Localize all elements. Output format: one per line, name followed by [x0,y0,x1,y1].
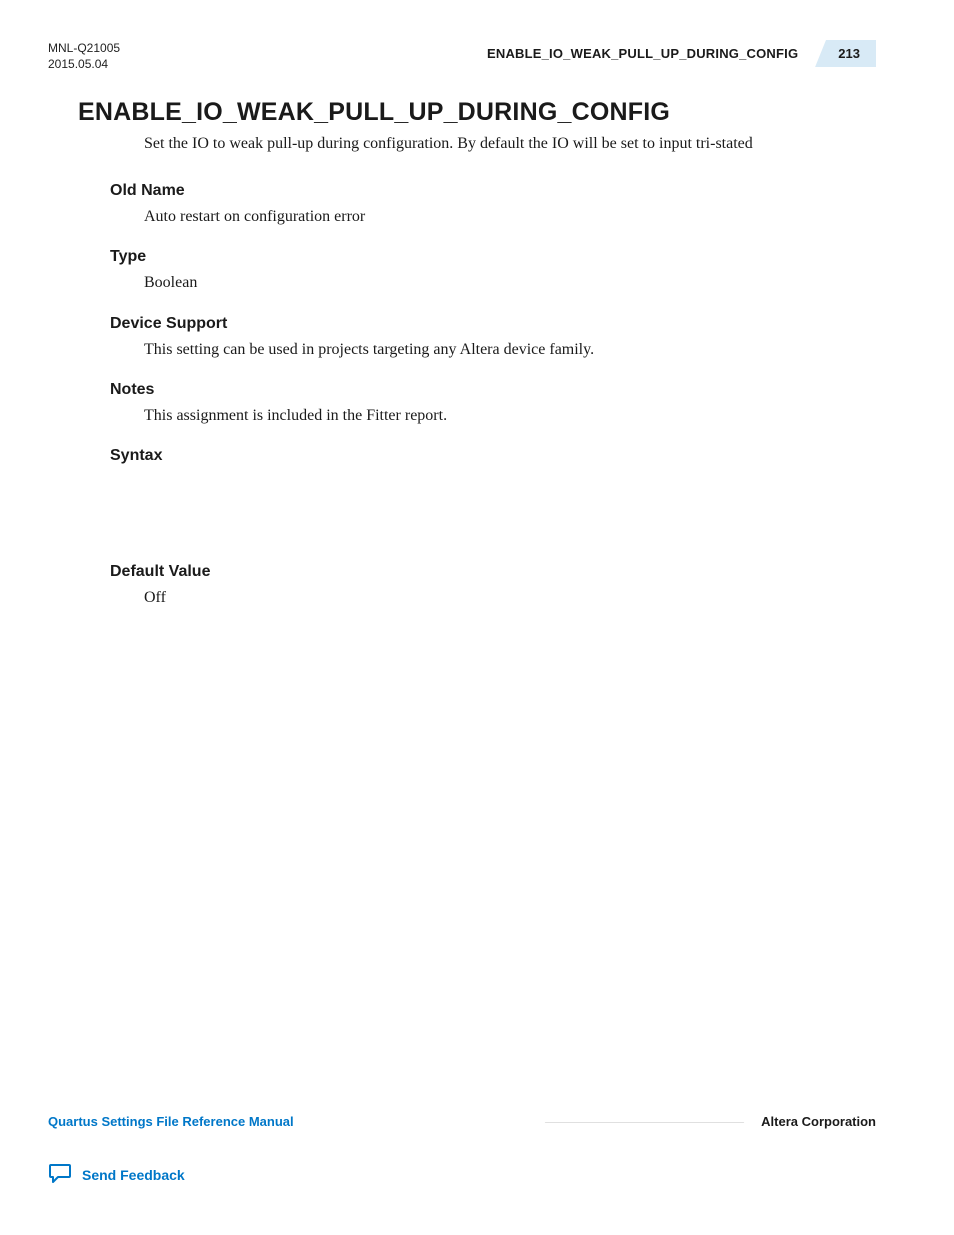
page-header: MNL-Q21005 2015.05.04 ENABLE_IO_WEAK_PUL… [48,40,876,72]
section-body: This assignment is included in the Fitte… [144,405,876,427]
company-name: Altera Corporation [761,1114,876,1129]
section-heading: Notes [110,381,876,399]
manual-name-link[interactable]: Quartus Settings File Reference Manual [48,1114,294,1129]
section-heading: Syntax [110,447,876,465]
speech-bubble-icon [48,1162,72,1187]
doc-date: 2015.05.04 [48,56,120,72]
footer-separator [312,1121,744,1122]
section-body: Boolean [144,272,876,294]
section-heading: Device Support [110,315,876,333]
section-syntax: Syntax [110,447,876,543]
section-body: Off [144,587,876,609]
section-device-support: Device Support This setting can be used … [110,315,876,361]
page-footer: Quartus Settings File Reference Manual A… [48,1114,876,1129]
page-title: ENABLE_IO_WEAK_PULL_UP_DURING_CONFIG [78,98,876,127]
section-default-value: Default Value Off [110,563,876,609]
header-left: MNL-Q21005 2015.05.04 [48,40,120,72]
section-heading: Type [110,248,876,266]
feedback-label: Send Feedback [82,1167,185,1183]
section-body: Auto restart on configuration error [144,206,876,228]
doc-id: MNL-Q21005 [48,40,120,56]
section-type: Type Boolean [110,248,876,294]
header-right: ENABLE_IO_WEAK_PULL_UP_DURING_CONFIG 213 [487,40,876,67]
section-heading: Old Name [110,182,876,200]
page-number-badge: 213 [812,40,876,67]
section-old-name: Old Name Auto restart on configuration e… [110,182,876,228]
section-body: This setting can be used in projects tar… [144,339,876,361]
syntax-empty-body [110,471,876,543]
intro-text: Set the IO to weak pull-up during config… [144,133,876,155]
running-title: ENABLE_IO_WEAK_PULL_UP_DURING_CONFIG [487,46,812,61]
section-heading: Default Value [110,563,876,581]
send-feedback-link[interactable]: Send Feedback [48,1162,185,1187]
section-notes: Notes This assignment is included in the… [110,381,876,427]
